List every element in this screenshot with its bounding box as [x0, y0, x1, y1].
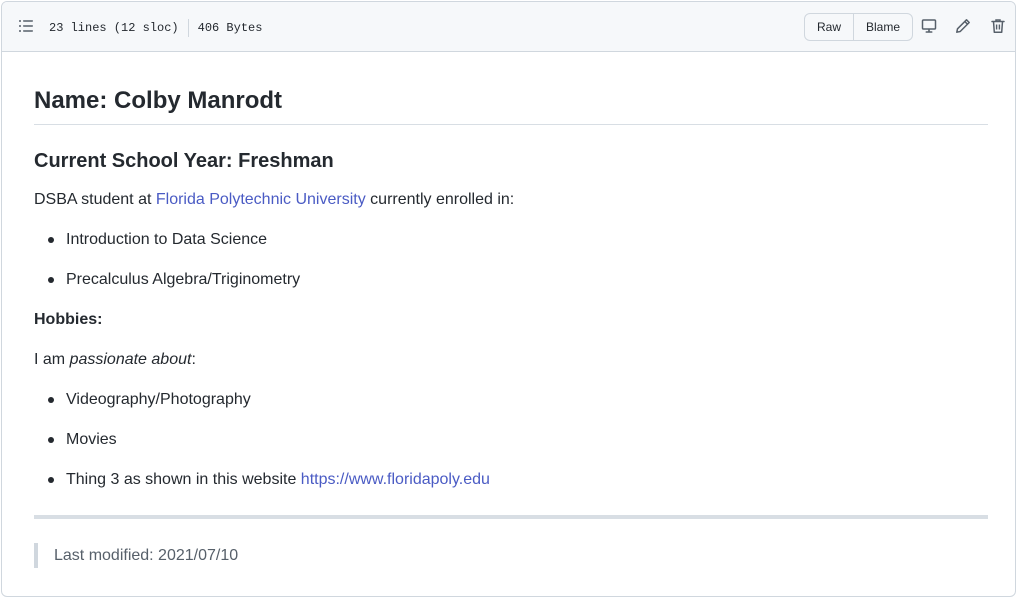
last-modified-quote: Last modified: 2021/07/10 [34, 543, 238, 568]
hobby-item: Thing 3 as shown in this website https:/… [66, 468, 490, 492]
divider [187, 19, 189, 37]
hobby-item: Videography/Photography [66, 391, 251, 408]
passion-paragraph: I am passionate about: [34, 348, 196, 372]
course-item: Precalculus Algebra/Triginometry [66, 271, 301, 288]
bullet [48, 277, 54, 283]
intro-suffix: currently enrolled in: [365, 191, 515, 208]
bullet [48, 397, 54, 403]
website-link[interactable]: https://www.floridapoly.edu [301, 471, 490, 488]
horizontal-rule [34, 515, 988, 519]
raw-button[interactable]: Raw [805, 14, 853, 40]
trash-icon[interactable] [990, 18, 1006, 34]
desktop-icon[interactable] [921, 18, 937, 34]
school-year-heading: Current School Year: Freshman [34, 150, 334, 172]
university-link[interactable]: Florida Polytechnic University [156, 191, 366, 208]
bullet [48, 237, 54, 243]
view-button-group: Raw Blame [804, 13, 914, 41]
intro-paragraph: DSBA student at Florida Polytechnic Univ… [34, 188, 514, 212]
intro-prefix: DSBA student at [34, 191, 156, 208]
hobbies-label: Hobbies: [34, 311, 103, 328]
line-count: 23 lines (12 sloc) [49, 21, 179, 35]
bullet [48, 437, 54, 443]
name-heading: Name: Colby Manrodt [34, 86, 988, 125]
file-size: 406 Bytes [197, 21, 263, 35]
pencil-icon[interactable] [955, 18, 971, 34]
file-info: 23 lines (12 sloc) 406 Bytes [49, 19, 262, 37]
bullet [48, 477, 54, 483]
blame-button[interactable]: Blame [853, 14, 912, 40]
passion-emphasis: passionate about [69, 351, 192, 368]
passion-prefix: I am [34, 351, 70, 368]
course-item: Introduction to Data Science [66, 231, 268, 248]
list-unordered-icon[interactable] [18, 18, 34, 34]
hobby-item: Movies [66, 431, 117, 448]
file-header: 23 lines (12 sloc) 406 Bytes Raw Blame [2, 2, 1015, 52]
passion-suffix: : [191, 351, 196, 368]
thing3-text: Thing 3 as shown in this website [66, 471, 301, 488]
file-viewer: 23 lines (12 sloc) 406 Bytes Raw Blame N… [1, 1, 1016, 597]
